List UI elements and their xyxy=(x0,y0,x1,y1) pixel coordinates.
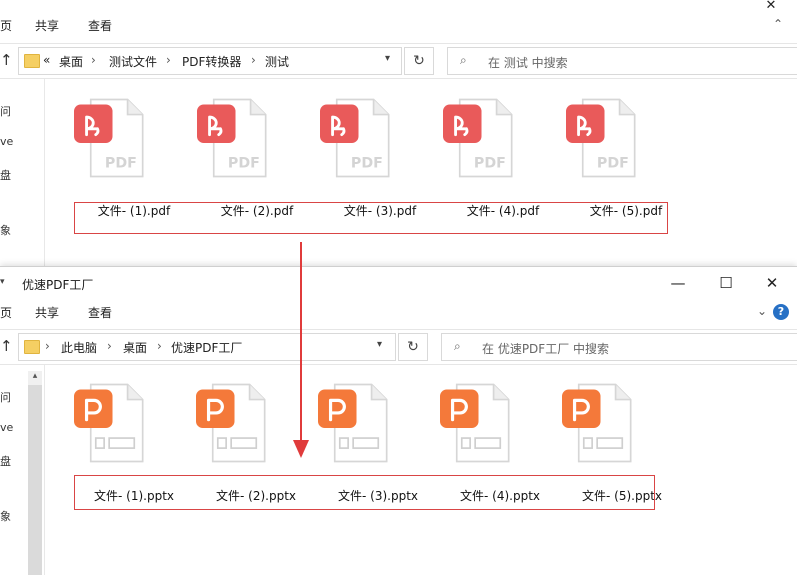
arrow-head xyxy=(293,440,309,458)
conversion-arrow xyxy=(293,242,309,458)
